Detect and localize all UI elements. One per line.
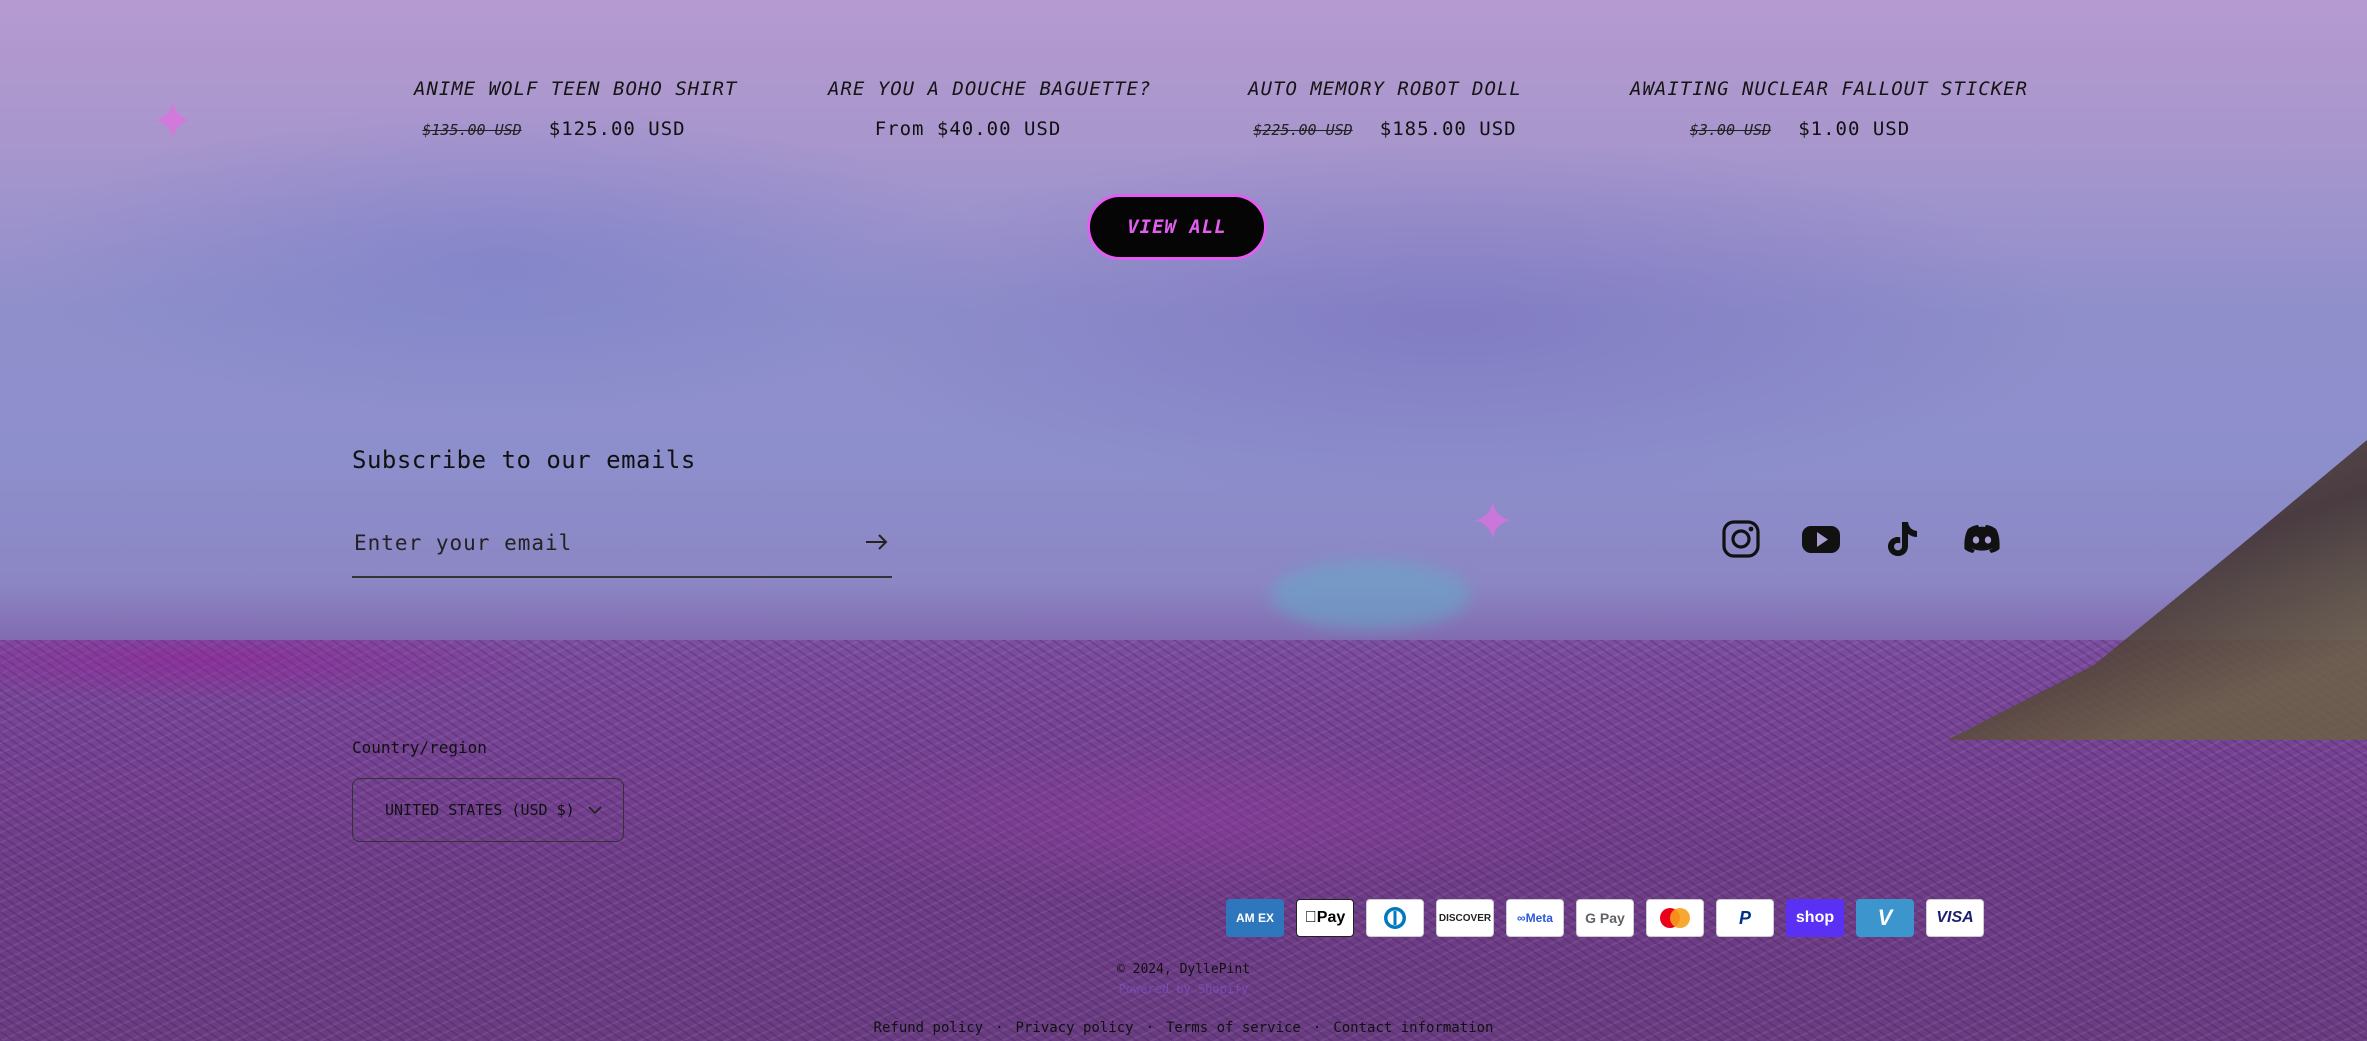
product-card[interactable]: AUTO MEMORY ROBOT DOLL $225.00 USD $185.…: [1245, 78, 1525, 140]
amex-label: AM EX: [1235, 910, 1274, 925]
venmo-icon: V: [1856, 899, 1914, 937]
contact-information-link[interactable]: Contact information: [1333, 1020, 1493, 1036]
paypal-icon: P: [1716, 899, 1774, 937]
discord-icon[interactable]: [1960, 518, 2002, 560]
price-compare: $135.00 USD: [422, 121, 522, 139]
payment-icons: AM EX Pay DISCOVER ∞Meta G Pay P shop V…: [1226, 899, 1984, 937]
visa-icon: VISA: [1926, 899, 1984, 937]
price-sale: $125.00 USD: [548, 118, 686, 140]
country-value: UNITED STATES (USD $): [385, 801, 575, 819]
price-sale: $1.00 USD: [1798, 118, 1911, 140]
amex-icon: AM EX: [1226, 899, 1284, 937]
separator: ·: [1312, 1020, 1322, 1036]
product-card[interactable]: AWAITING NUCLEAR FALLOUT STICKER $3.00 U…: [1630, 78, 2027, 140]
email-input[interactable]: [352, 520, 836, 566]
visa-label: VISA: [1936, 909, 1974, 926]
terms-of-service-link[interactable]: Terms of service: [1166, 1020, 1301, 1036]
arrow-right-icon[interactable]: [862, 528, 892, 556]
price-compare: $3.00 USD: [1689, 121, 1772, 139]
product-card[interactable]: ANIME WOLF TEEN BOHO SHIRT $135.00 USD $…: [414, 78, 736, 140]
background-lake: [1270, 560, 1470, 630]
diners-club-logo: [1384, 907, 1406, 929]
powered-by-link[interactable]: Powered by Shopify: [0, 982, 2367, 996]
price-compare: $225.00 USD: [1253, 121, 1353, 139]
newsletter-form: [352, 520, 892, 578]
paypal-label: P: [1738, 907, 1751, 928]
subscribe-heading: Subscribe to our emails: [352, 446, 696, 474]
separator: ·: [995, 1020, 1004, 1036]
separator: ·: [1145, 1020, 1154, 1036]
venmo-label: V: [1877, 905, 1893, 930]
country-label: Country/region: [352, 738, 487, 757]
product-title[interactable]: AWAITING NUCLEAR FALLOUT STICKER: [1630, 78, 2027, 100]
country-selector[interactable]: UNITED STATES (USD $): [352, 778, 624, 842]
google-pay-icon: G Pay: [1576, 899, 1634, 937]
view-all-button[interactable]: VIEW ALL: [1087, 194, 1267, 260]
diners-club-icon: [1366, 899, 1424, 937]
chevron-down-icon: [588, 806, 602, 815]
social-links: [1720, 518, 2002, 560]
product-title[interactable]: ARE YOU A DOUCHE BAGUETTE?: [828, 78, 1150, 100]
product-title[interactable]: AUTO MEMORY ROBOT DOLL: [1245, 78, 1525, 100]
mastercard-logo: [1660, 908, 1690, 928]
instagram-icon[interactable]: [1720, 518, 1762, 560]
apple-pay-label: Pay: [1305, 909, 1345, 926]
refund-policy-link[interactable]: Refund policy: [874, 1020, 984, 1036]
apple-pay-icon: Pay: [1296, 899, 1354, 937]
policy-links: Refund policy · Privacy policy · Terms of se…: [0, 1020, 2367, 1036]
product-card[interactable]: ARE YOU A DOUCHE BAGUETTE? From $40.00 U…: [828, 78, 1150, 140]
sparkle-decoration: ✦: [1470, 490, 1516, 553]
sparkle-decoration: ✦: [150, 90, 196, 153]
meta-pay-label: ∞Meta: [1517, 911, 1553, 925]
shop-pay-label: shop: [1795, 909, 1835, 926]
privacy-policy-link[interactable]: Privacy policy: [1016, 1020, 1134, 1036]
tiktok-icon[interactable]: [1880, 518, 1922, 560]
shop-pay-icon: shop: [1786, 899, 1844, 937]
price-sale: $185.00 USD: [1379, 118, 1517, 140]
price-sale: From $40.00 USD: [874, 118, 1062, 140]
discover-label: DISCOVER: [1438, 912, 1492, 924]
youtube-icon[interactable]: [1800, 518, 1842, 560]
copyright: © 2024, DyllePint: [1116, 962, 1251, 977]
meta-pay-icon: ∞Meta: [1506, 899, 1564, 937]
product-title[interactable]: ANIME WOLF TEEN BOHO SHIRT: [414, 78, 736, 100]
mastercard-icon: [1646, 899, 1704, 937]
discover-icon: DISCOVER: [1436, 899, 1494, 937]
google-pay-label: G Pay: [1585, 910, 1625, 926]
